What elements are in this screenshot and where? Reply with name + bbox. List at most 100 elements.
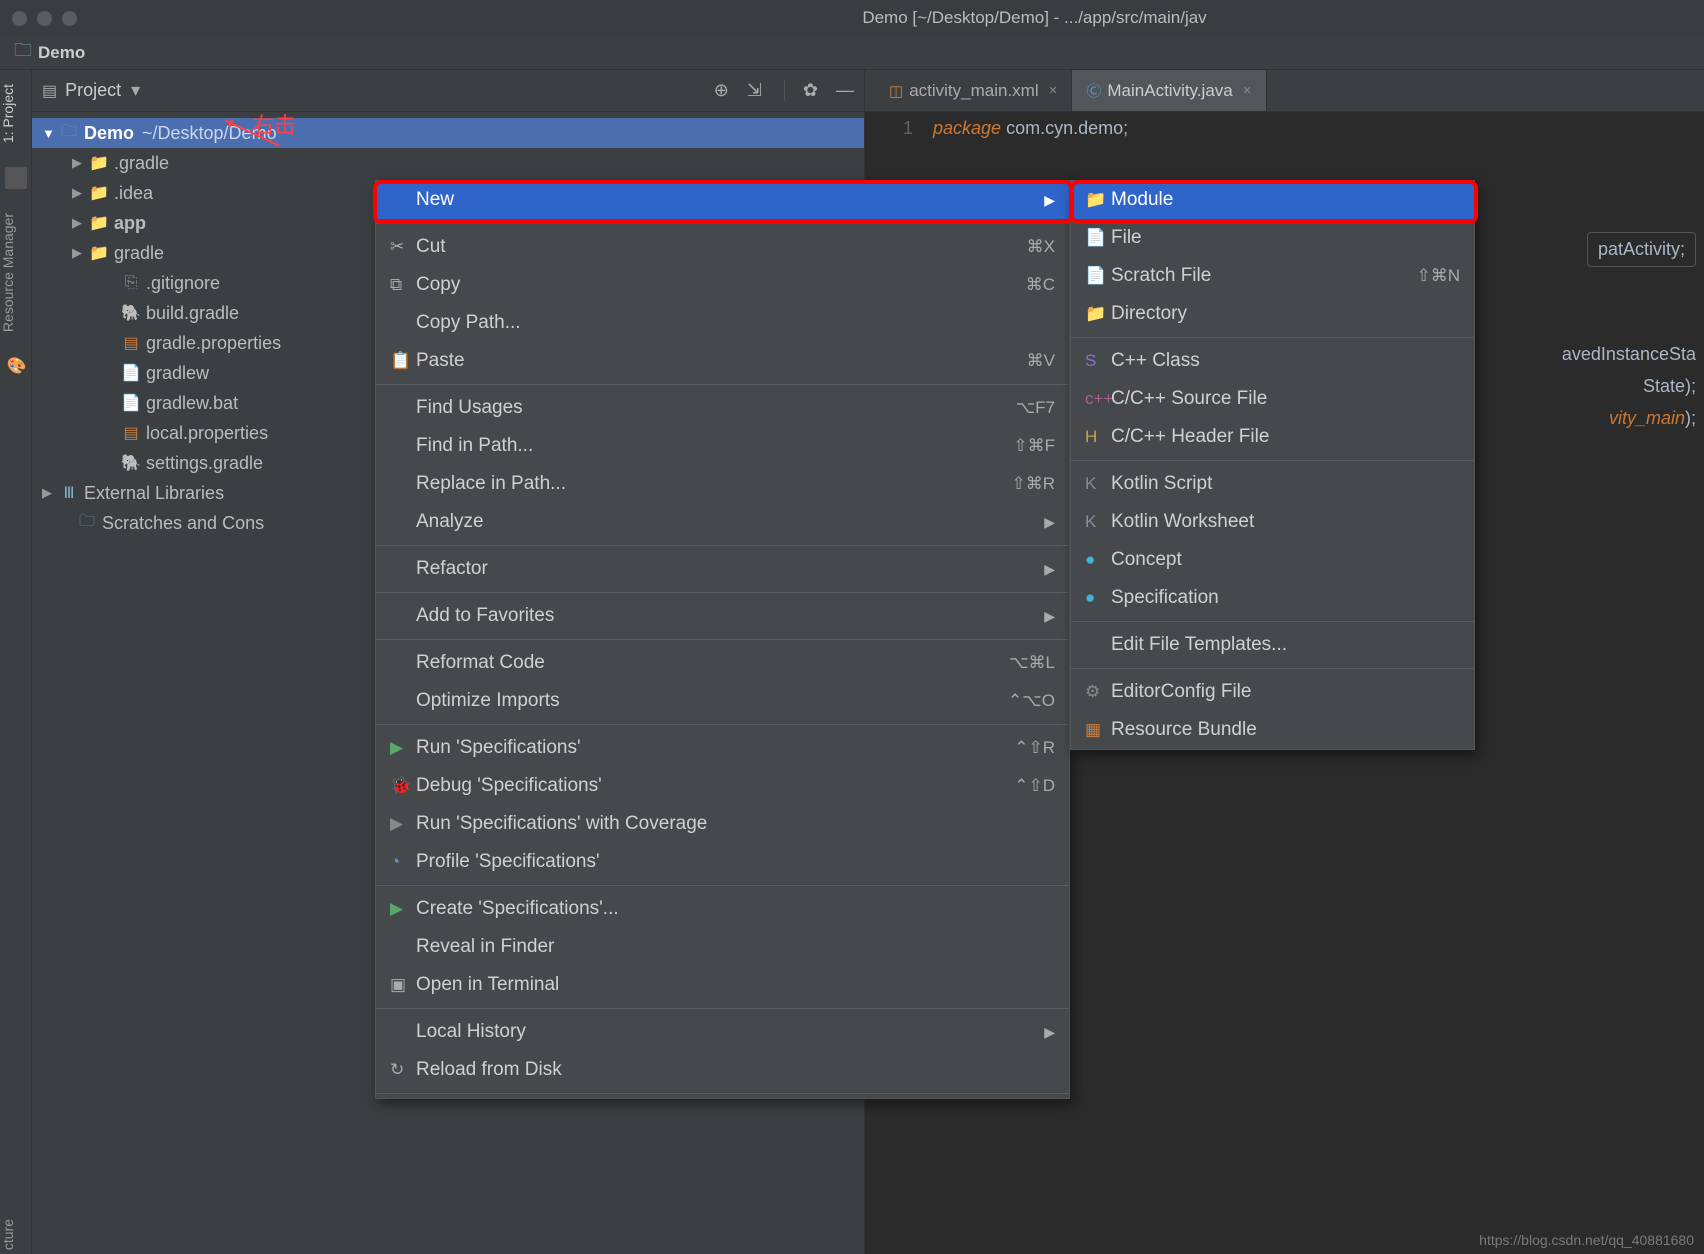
module-folder-icon: 📁 bbox=[88, 213, 110, 233]
menu-shortcut: ⌥F7 bbox=[1016, 398, 1055, 418]
menu-item[interactable]: KKotlin Script bbox=[1071, 465, 1474, 503]
folder-icon: 📁 bbox=[88, 183, 110, 203]
menu-item-icon: 📄 bbox=[1085, 266, 1111, 286]
rail-tab-project[interactable]: 1: Project bbox=[0, 80, 31, 147]
folder-icon: 📁 bbox=[88, 243, 110, 263]
menu-item-icon: c++ bbox=[1085, 389, 1111, 409]
editor-tab[interactable]: ◫activity_main.xml× bbox=[875, 70, 1072, 111]
menu-item[interactable]: ⧉Copy⌘C bbox=[376, 266, 1069, 304]
menu-item[interactable]: 📄Scratch File⇧⌘N bbox=[1071, 257, 1474, 295]
minimize-window-button[interactable] bbox=[37, 11, 52, 26]
tree-item-label: External Libraries bbox=[84, 483, 224, 504]
folder-icon: 📁 bbox=[88, 153, 110, 173]
menu-item-icon: ▶ bbox=[390, 899, 416, 919]
menu-item-label: Run 'Specifications' bbox=[416, 737, 984, 759]
chevron-right-icon[interactable]: ▶ bbox=[72, 215, 88, 231]
menu-item[interactable]: ↻Reload from Disk bbox=[376, 1051, 1069, 1089]
tree-item-label: local.properties bbox=[146, 423, 268, 444]
editor-tab[interactable]: ⒸMainActivity.java× bbox=[1072, 70, 1266, 111]
menu-item[interactable]: Reveal in Finder bbox=[376, 928, 1069, 966]
menu-item[interactable]: Analyze▶ bbox=[376, 503, 1069, 541]
line-number: 1 bbox=[883, 118, 913, 139]
tree-item[interactable]: ▶📁.gradle bbox=[32, 148, 864, 178]
menu-shortcut: ⌃⇧D bbox=[1014, 776, 1055, 796]
close-tab-icon[interactable]: × bbox=[1243, 82, 1252, 99]
close-window-button[interactable] bbox=[12, 11, 27, 26]
menu-item[interactable]: Edit File Templates... bbox=[1071, 626, 1474, 664]
tab-label: MainActivity.java bbox=[1107, 81, 1232, 101]
gitignore-icon: ⎘ bbox=[120, 274, 142, 292]
menu-item[interactable]: ◔Profile 'Specifications' bbox=[376, 843, 1069, 881]
menu-item-icon: ▶ bbox=[390, 814, 416, 834]
menu-separator bbox=[376, 545, 1069, 546]
properties-icon: ▤ bbox=[120, 333, 142, 353]
menu-item[interactable]: SC++ Class bbox=[1071, 342, 1474, 380]
menu-item-icon: ✂ bbox=[390, 237, 416, 257]
rail-tab-structure[interactable]: cture bbox=[0, 1215, 31, 1254]
menu-separator bbox=[1071, 337, 1474, 338]
editor-content[interactable]: 1 package com.cyn.demo; patActivity; ave… bbox=[865, 112, 1704, 145]
context-menu[interactable]: New▶ ✂Cut⌘X⧉Copy⌘CCopy Path...📋Paste⌘V Fin… bbox=[375, 180, 1070, 1099]
chevron-right-icon[interactable]: ▶ bbox=[72, 155, 88, 171]
menu-item[interactable]: KKotlin Worksheet bbox=[1071, 503, 1474, 541]
menu-item-label: Concept bbox=[1111, 549, 1460, 571]
menu-item[interactable]: Local History▶ bbox=[376, 1013, 1069, 1051]
menu-item[interactable]: 📁Directory bbox=[1071, 295, 1474, 333]
project-toolbar: ⊕ ⇲ ✿ — bbox=[714, 80, 854, 101]
rail-icon[interactable] bbox=[5, 167, 27, 189]
menu-item[interactable]: 🐞Debug 'Specifications'⌃⇧D bbox=[376, 767, 1069, 805]
close-tab-icon[interactable]: × bbox=[1049, 82, 1058, 99]
menu-item[interactable]: ▣Open in Terminal bbox=[376, 966, 1069, 1004]
menu-item[interactable]: ●Concept bbox=[1071, 541, 1474, 579]
menu-separator bbox=[1071, 460, 1474, 461]
menu-item[interactable]: ▶Create 'Specifications'... bbox=[376, 890, 1069, 928]
project-view-icon: ▤ bbox=[42, 81, 57, 101]
maximize-window-button[interactable] bbox=[62, 11, 77, 26]
hide-icon[interactable]: — bbox=[836, 80, 854, 101]
menu-separator bbox=[1071, 668, 1474, 669]
menu-item[interactable]: New▶ bbox=[376, 181, 1069, 219]
menu-item[interactable]: 📄File bbox=[1071, 219, 1474, 257]
menu-item-label: Run 'Specifications' with Coverage bbox=[416, 813, 1055, 835]
menu-shortcut: ⌘V bbox=[1027, 351, 1055, 371]
menu-item[interactable]: Find Usages⌥F7 bbox=[376, 389, 1069, 427]
menu-item[interactable]: 📋Paste⌘V bbox=[376, 342, 1069, 380]
menu-item[interactable]: ▶Run 'Specifications'⌃⇧R bbox=[376, 729, 1069, 767]
collapse-icon[interactable]: ⇲ bbox=[747, 80, 762, 101]
chevron-right-icon[interactable]: ▶ bbox=[42, 485, 58, 501]
menu-item[interactable]: 📁Module bbox=[1071, 181, 1474, 219]
menu-item[interactable]: Replace in Path...⇧⌘R bbox=[376, 465, 1069, 503]
menu-separator bbox=[376, 1093, 1069, 1094]
context-submenu-new[interactable]: 📁Module📄File📄Scratch File⇧⌘N📁Directory SC… bbox=[1070, 180, 1475, 750]
menu-item[interactable]: Find in Path...⇧⌘F bbox=[376, 427, 1069, 465]
project-view-mode[interactable]: Project bbox=[65, 80, 121, 101]
gear-icon[interactable]: ✿ bbox=[803, 80, 818, 101]
menu-item[interactable]: c++C/C++ Source File bbox=[1071, 380, 1474, 418]
chevron-right-icon[interactable]: ▶ bbox=[72, 185, 88, 201]
menu-item[interactable]: Optimize Imports⌃⌥O bbox=[376, 682, 1069, 720]
menu-item-label: Find in Path... bbox=[416, 435, 983, 457]
rail-tab-resource-manager[interactable]: Resource Manager bbox=[0, 209, 31, 336]
menu-item[interactable]: ▶Run 'Specifications' with Coverage bbox=[376, 805, 1069, 843]
menu-item[interactable]: ✂Cut⌘X bbox=[376, 228, 1069, 266]
menu-item[interactable]: ▦Resource Bundle bbox=[1071, 711, 1474, 749]
scratches-icon: 🗀 bbox=[76, 510, 98, 537]
tree-root[interactable]: ▼ 🗀 Demo ~/Desktop/Demo bbox=[32, 118, 864, 148]
menu-item[interactable]: Refactor▶ bbox=[376, 550, 1069, 588]
menu-shortcut: ⇧⌘R bbox=[1011, 474, 1055, 494]
project-folder-icon: 🗀 bbox=[14, 38, 32, 68]
menu-item[interactable]: HC/C++ Header File bbox=[1071, 418, 1474, 456]
menu-item[interactable]: Add to Favorites▶ bbox=[376, 597, 1069, 635]
menu-item[interactable]: Reformat Code⌥⌘L bbox=[376, 644, 1069, 682]
menu-item[interactable]: Copy Path... bbox=[376, 304, 1069, 342]
chevron-right-icon[interactable]: ▶ bbox=[72, 245, 88, 261]
chevron-down-icon[interactable]: ▼ bbox=[42, 126, 58, 141]
code-fragment: avedInstanceSta bbox=[1562, 344, 1696, 365]
menu-item[interactable]: ⚙EditorConfig File bbox=[1071, 673, 1474, 711]
target-icon[interactable]: ⊕ bbox=[714, 80, 729, 101]
menu-item[interactable]: ●Specification bbox=[1071, 579, 1474, 617]
navigation-bar[interactable]: 🗀 Demo bbox=[0, 36, 1704, 70]
file-icon: 📄 bbox=[120, 393, 142, 413]
breadcrumb-project[interactable]: Demo bbox=[38, 43, 85, 63]
chevron-down-icon[interactable]: ▾ bbox=[131, 80, 140, 101]
